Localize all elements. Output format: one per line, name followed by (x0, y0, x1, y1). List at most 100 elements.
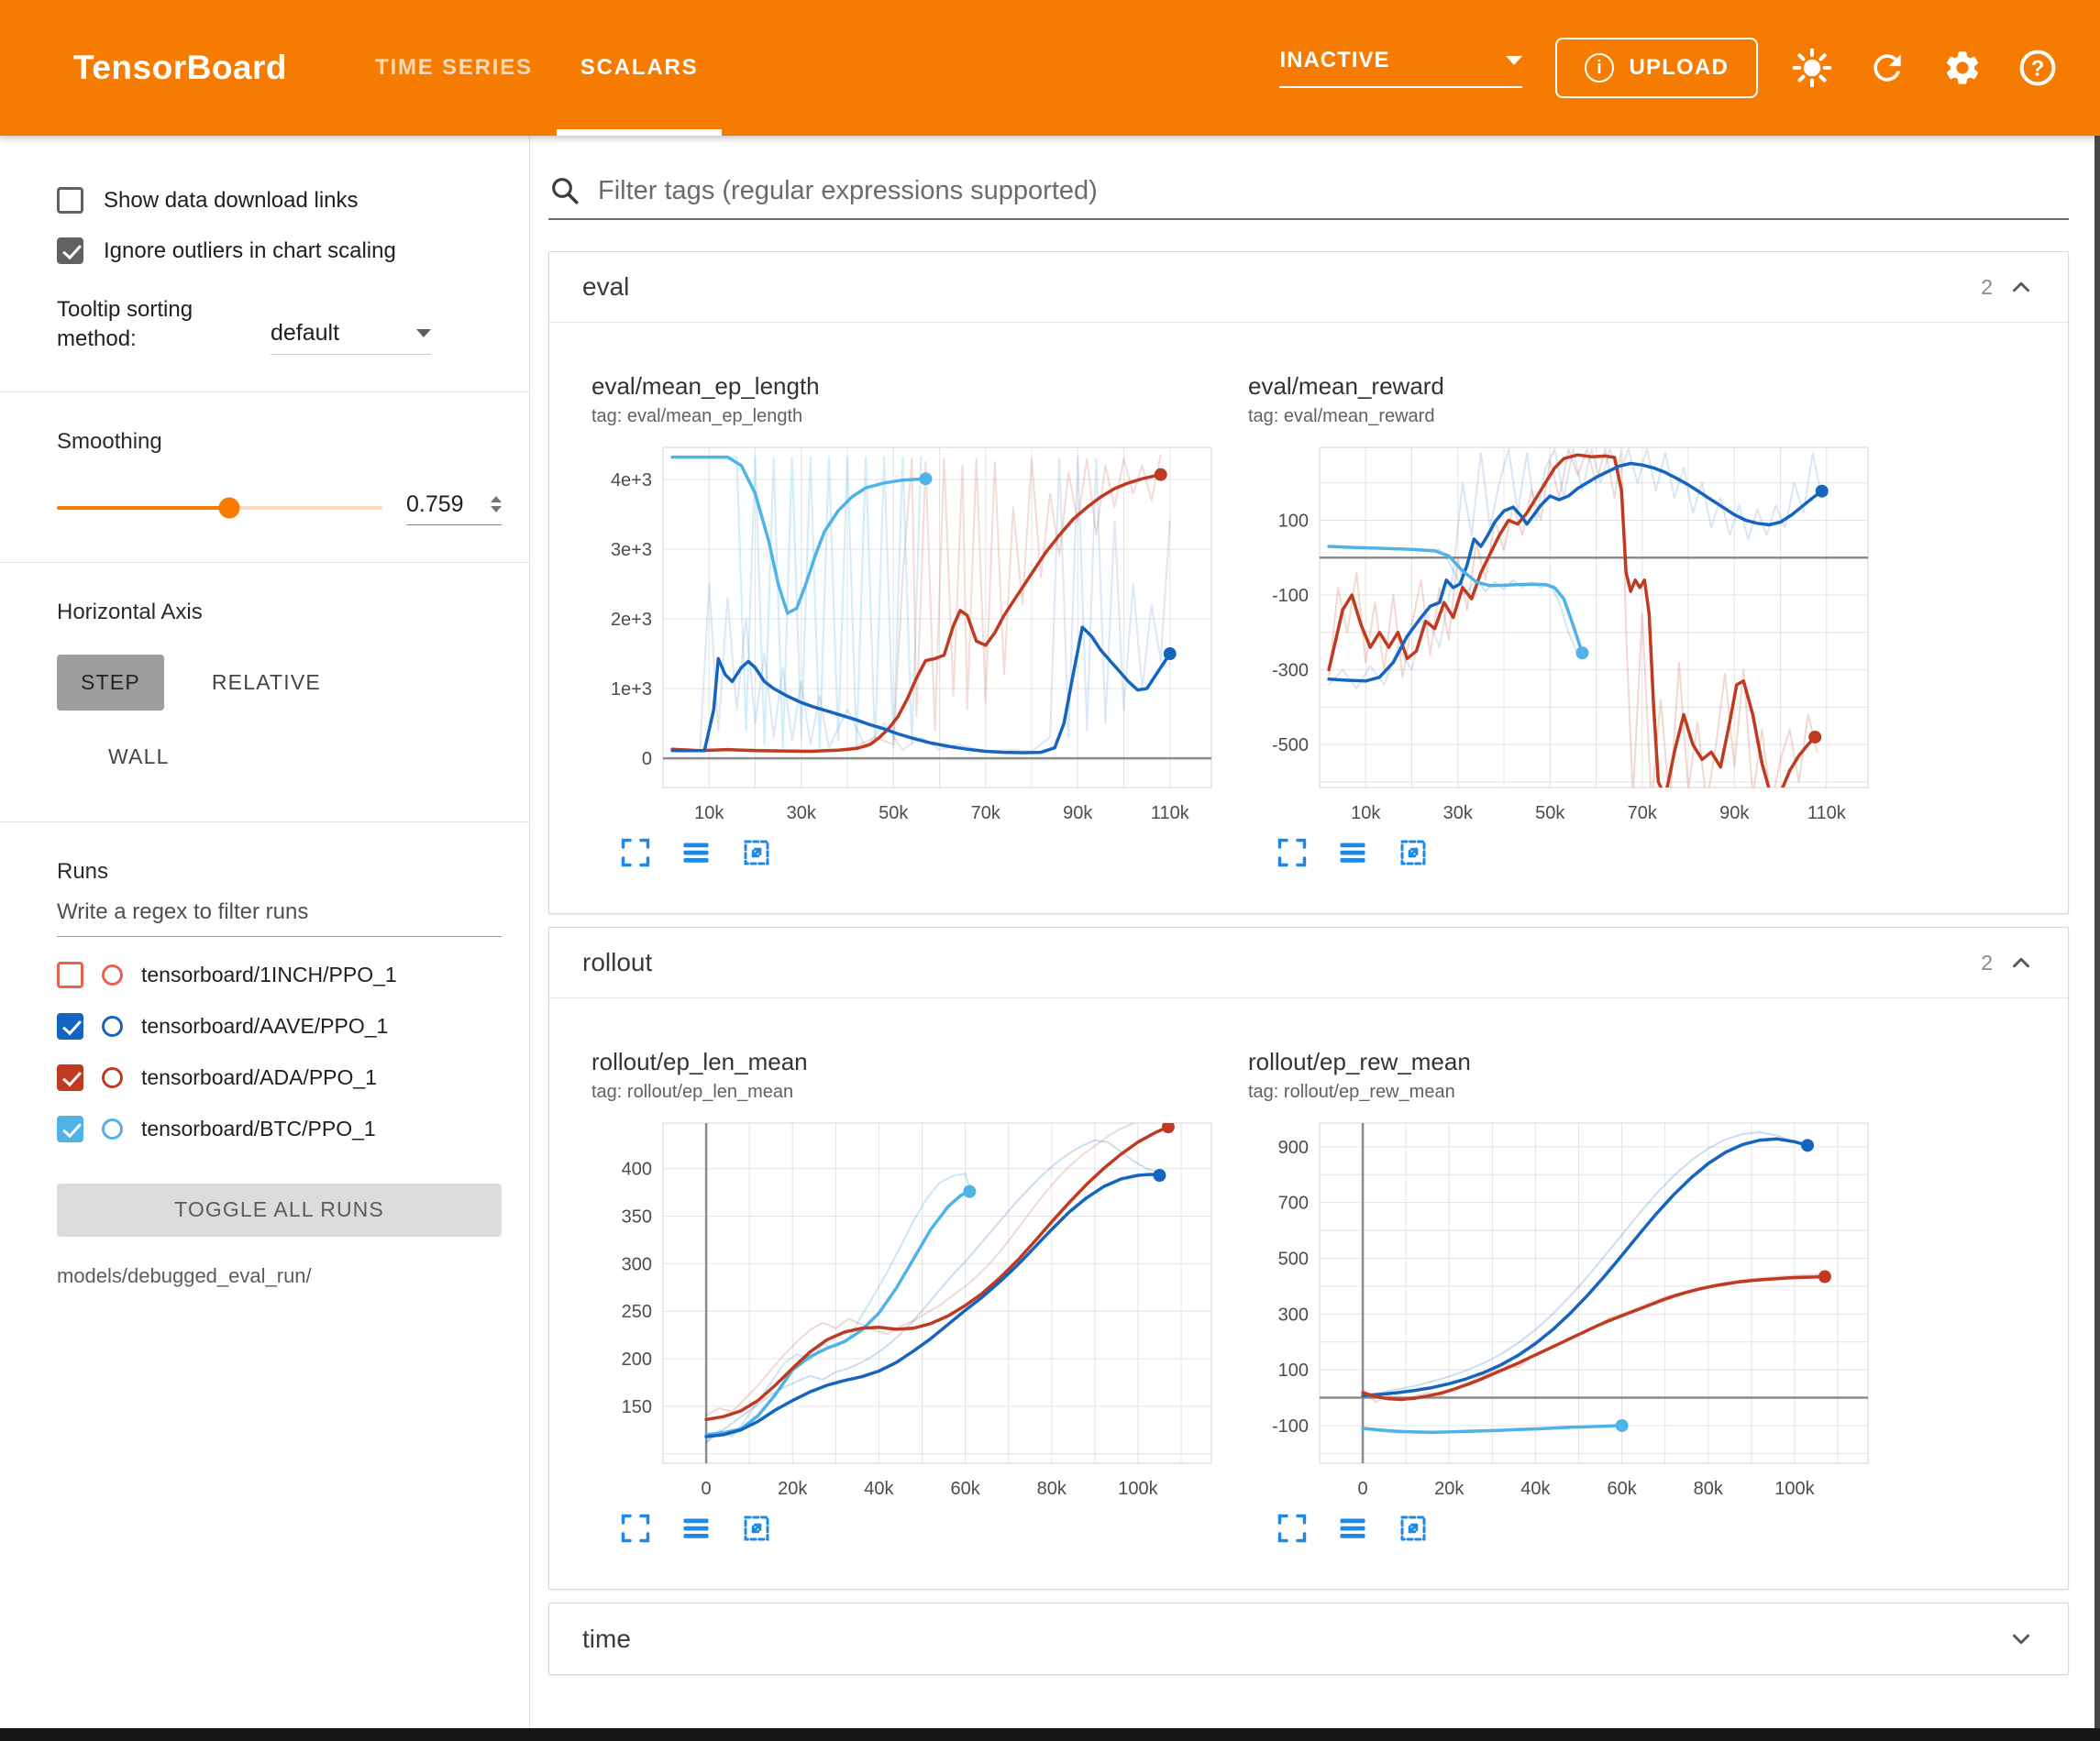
slider-thumb[interactable] (219, 498, 240, 519)
lines-icon[interactable] (1336, 836, 1369, 869)
toggle-all-runs-button[interactable]: TOGGLE ALL RUNS (57, 1184, 502, 1237)
header-actions: INACTIVE i UPLOAD (1279, 38, 2059, 98)
lines-icon[interactable] (1336, 1512, 1369, 1545)
lines-icon[interactable] (680, 836, 713, 869)
lines-icon[interactable] (680, 1512, 713, 1545)
chart-rollout-ep-rew-mean-plot[interactable]: 020k40k60k80k100k-100100300500700900 (1248, 1110, 1881, 1504)
section-eval: eval 2 eval/mean_ep_length tag: eval/mea… (548, 251, 2069, 914)
axis-step-button[interactable]: STEP (57, 655, 164, 711)
smoothing-input[interactable]: 0.759 (406, 491, 502, 525)
svg-text:-300: -300 (1272, 661, 1309, 681)
tooltip-sorting-row: Tooltip sorting method: default (57, 295, 502, 355)
run-name: tensorboard/1INCH/PPO_1 (141, 963, 397, 987)
tab-scalars-label: SCALARS (580, 55, 699, 81)
run-row-aave[interactable]: tensorboard/AAVE/PPO_1 (57, 1013, 502, 1040)
bottom-window-edge (0, 1728, 2100, 1741)
fit-domain-icon[interactable] (740, 1512, 773, 1545)
tab-time-series[interactable]: TIME SERIES (351, 0, 557, 136)
expand-icon[interactable] (619, 836, 652, 869)
svg-text:0: 0 (1358, 1479, 1368, 1499)
tooltip-sorting-select[interactable]: default (271, 320, 431, 355)
horizontal-axis-options: STEP RELATIVE WALL (57, 655, 405, 785)
fit-domain-icon[interactable] (740, 836, 773, 869)
scrollbar[interactable] (2094, 136, 2100, 1728)
app-title: TensorBoard (73, 49, 287, 87)
chart-tag: tag: rollout/ep_len_mean (591, 1082, 1224, 1103)
svg-text:300: 300 (622, 1254, 652, 1274)
section-time-header[interactable]: time (549, 1603, 2068, 1674)
svg-text:-100: -100 (1272, 1416, 1309, 1437)
svg-text:1e+3: 1e+3 (611, 679, 652, 700)
chart-title: eval/mean_reward (1248, 372, 1881, 401)
svg-text:0: 0 (702, 1479, 712, 1499)
svg-text:?: ? (2031, 56, 2045, 81)
run-checkbox[interactable] (57, 962, 83, 988)
chart-title: eval/mean_ep_length (591, 372, 1224, 401)
chevron-down-icon[interactable] (2007, 1625, 2035, 1653)
settings-icon[interactable] (1941, 47, 1984, 89)
stepper-icons[interactable] (491, 496, 502, 512)
svg-text:100: 100 (1278, 1361, 1309, 1381)
chevron-down-icon (416, 329, 431, 337)
runs-filter-input[interactable] (57, 885, 502, 937)
step-down-icon[interactable] (491, 506, 502, 512)
chevron-up-icon[interactable] (2007, 273, 2035, 301)
chart-tag: tag: eval/mean_ep_length (591, 406, 1224, 427)
chart-eval-mean-reward: eval/mean_reward tag: eval/mean_reward 1… (1248, 372, 1881, 869)
chart-eval-mean-reward-plot[interactable]: 10k30k50k70k90k110k100-100-300-500 (1248, 435, 1881, 829)
section-count: 2 (1981, 275, 1993, 300)
show-download-links-label: Show data download links (104, 188, 359, 214)
axis-relative-button[interactable]: RELATIVE (188, 655, 345, 711)
svg-text:110k: 110k (1151, 803, 1190, 823)
svg-text:0: 0 (642, 749, 652, 769)
step-up-icon[interactable] (491, 496, 502, 502)
settings-sidebar: Show data download links Ignore outliers… (0, 136, 530, 1741)
svg-text:2e+3: 2e+3 (611, 610, 652, 630)
show-download-links-checkbox[interactable]: Show data download links (57, 187, 502, 214)
expand-icon[interactable] (1276, 1512, 1309, 1545)
upload-button[interactable]: i UPLOAD (1555, 38, 1758, 98)
app-header: TensorBoard TIME SERIES SCALARS INACTIVE… (0, 0, 2100, 136)
run-row-btc[interactable]: tensorboard/BTC/PPO_1 (57, 1116, 502, 1142)
expand-icon[interactable] (1276, 836, 1309, 869)
svg-text:70k: 70k (971, 803, 1001, 823)
filter-tags-input[interactable] (598, 176, 2069, 206)
svg-text:100: 100 (1278, 512, 1309, 532)
run-checkbox[interactable] (57, 1013, 83, 1040)
run-row-ada[interactable]: tensorboard/ADA/PPO_1 (57, 1064, 502, 1091)
svg-text:60k: 60k (1607, 1479, 1637, 1499)
run-checkbox[interactable] (57, 1064, 83, 1091)
section-title: rollout (582, 948, 652, 977)
tab-scalars[interactable]: SCALARS (557, 0, 723, 136)
chart-tag: tag: rollout/ep_rew_mean (1248, 1082, 1881, 1103)
svg-text:30k: 30k (1443, 803, 1474, 823)
refresh-icon[interactable] (1866, 47, 1908, 89)
horizontal-axis-label: Horizontal Axis (57, 600, 502, 625)
ignore-outliers-checkbox[interactable]: Ignore outliers in chart scaling (57, 237, 502, 264)
section-count: 2 (1981, 951, 1993, 975)
axis-wall-button[interactable]: WALL (84, 729, 193, 785)
chart-eval-mean-ep-length-plot[interactable]: 10k30k50k70k90k110k01e+32e+33e+34e+3 (591, 435, 1224, 829)
run-name: tensorboard/AAVE/PPO_1 (141, 1014, 388, 1039)
status-dropdown[interactable]: INACTIVE (1279, 48, 1522, 88)
expand-icon[interactable] (619, 1512, 652, 1545)
brightness-icon[interactable] (1791, 47, 1833, 89)
filter-tags-row (548, 174, 2069, 220)
smoothing-slider[interactable] (57, 506, 382, 510)
run-color-ring (102, 1118, 123, 1140)
run-row-1inch[interactable]: tensorboard/1INCH/PPO_1 (57, 962, 502, 988)
fit-domain-icon[interactable] (1397, 836, 1430, 869)
svg-text:40k: 40k (1520, 1479, 1551, 1499)
fit-domain-icon[interactable] (1397, 1512, 1430, 1545)
section-rollout-header[interactable]: rollout 2 (549, 928, 2068, 998)
chart-rollout-ep-len-mean-plot[interactable]: 020k40k60k80k100k150200250300350400 (591, 1110, 1224, 1504)
help-icon[interactable]: ? (2017, 47, 2059, 89)
chart-toolbar (591, 1512, 1224, 1545)
tooltip-sorting-value: default (271, 320, 339, 347)
section-eval-header[interactable]: eval 2 (549, 252, 2068, 323)
chart-title: rollout/ep_rew_mean (1248, 1048, 1881, 1076)
run-checkbox[interactable] (57, 1116, 83, 1142)
section-title: time (582, 1625, 631, 1654)
chevron-up-icon[interactable] (2007, 949, 2035, 976)
smoothing-label: Smoothing (57, 429, 502, 455)
